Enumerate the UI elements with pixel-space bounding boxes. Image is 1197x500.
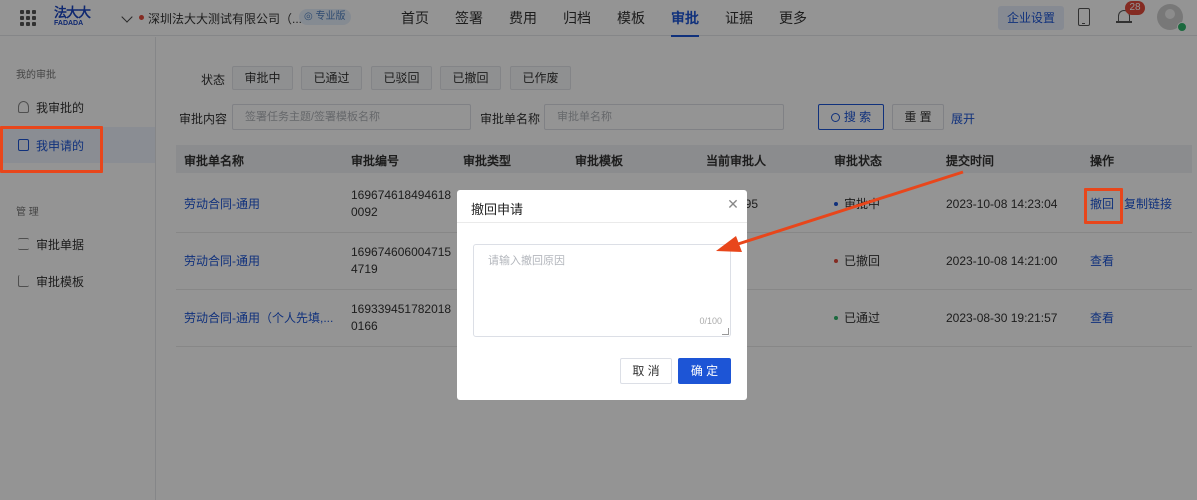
annotation-arrow-icon: [716, 170, 964, 252]
